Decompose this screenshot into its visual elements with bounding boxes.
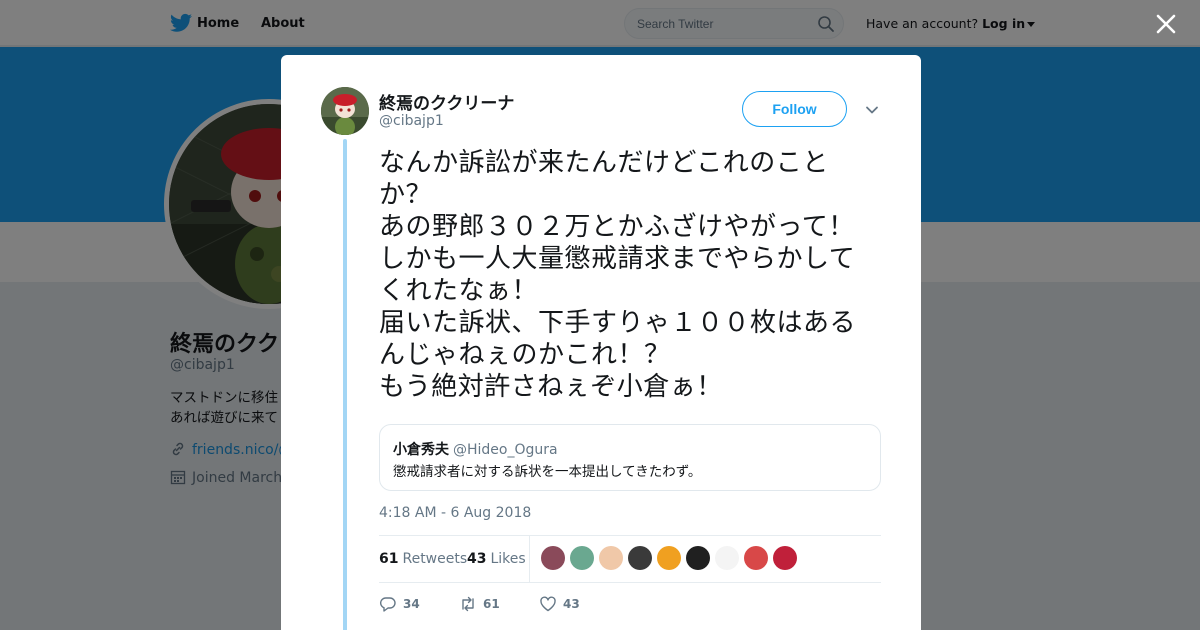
author-name[interactable]: 終焉のククリーナ: [379, 89, 514, 114]
tweet-modal: 終焉のククリーナ @cibajp1 Follow なんか訴訟が来たんだけどこれの…: [281, 55, 921, 630]
liker-avatar[interactable]: [773, 546, 797, 570]
tweet-text: なんか訴訟が来たんだけどこれのこと か？ あの野郎３０２万とかふざけやがって！ …: [379, 148, 857, 402]
follow-button[interactable]: Follow: [742, 91, 847, 127]
tweet-stats: 61 Retweets 43 Likes: [379, 535, 881, 583]
liker-avatar[interactable]: [744, 546, 768, 570]
reply-button[interactable]: 34: [379, 595, 420, 613]
likes-stat[interactable]: 43 Likes: [467, 551, 526, 567]
likes-count: 43: [467, 551, 487, 567]
retweets-stat[interactable]: 61 Retweets: [379, 551, 467, 567]
tweet-actions: 34 61 43: [379, 593, 779, 617]
retweet-icon: [462, 596, 474, 612]
close-icon[interactable]: [1154, 12, 1178, 36]
quoted-author: 小倉秀夫 @Hideo_Ogura: [393, 439, 558, 459]
liker-avatar[interactable]: [541, 546, 565, 570]
liker-avatar[interactable]: [628, 546, 652, 570]
retweet-count: 61: [483, 597, 500, 611]
like-count: 43: [563, 597, 580, 611]
quoted-author-name: 小倉秀夫: [393, 442, 449, 458]
quoted-text: 懲戒請求者に対する訴状を一本提出してきたわず。: [393, 464, 702, 480]
tweet-timestamp[interactable]: 4:18 AM - 6 Aug 2018: [379, 505, 531, 521]
author-avatar[interactable]: [321, 87, 369, 135]
quoted-author-handle: @Hideo_Ogura: [453, 442, 558, 458]
author-handle[interactable]: @cibajp1: [379, 113, 444, 129]
reply-count: 34: [403, 597, 420, 611]
like-button[interactable]: 43: [539, 595, 580, 613]
liker-avatar[interactable]: [686, 546, 710, 570]
retweet-button[interactable]: 61: [459, 595, 500, 613]
heart-icon: [540, 596, 556, 612]
liker-avatars: [541, 546, 797, 572]
thread-line: [343, 139, 347, 630]
likes-label: Likes: [490, 551, 526, 567]
author-avatar-image: [321, 87, 369, 135]
stats-divider: [529, 536, 530, 583]
liker-avatar[interactable]: [570, 546, 594, 570]
retweets-label: Retweets: [402, 551, 468, 567]
reply-icon: [380, 597, 396, 612]
chevron-down-icon[interactable]: [864, 102, 880, 118]
liker-avatar[interactable]: [657, 546, 681, 570]
liker-avatar[interactable]: [599, 546, 623, 570]
retweets-count: 61: [379, 551, 399, 567]
liker-avatar[interactable]: [715, 546, 739, 570]
quoted-tweet[interactable]: 小倉秀夫 @Hideo_Ogura 懲戒請求者に対する訴状を一本提出してきたわず。: [379, 424, 881, 491]
